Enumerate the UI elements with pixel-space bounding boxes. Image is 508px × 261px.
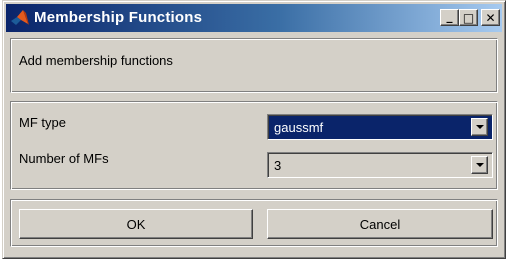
- num-mfs-label: Number of MFs: [19, 151, 109, 166]
- close-icon: ✕: [485, 10, 496, 25]
- mf-type-label: MF type: [19, 115, 66, 130]
- num-mfs-value: 3: [274, 158, 282, 173]
- mf-type-value: gaussmf: [274, 120, 324, 135]
- title-bar[interactable]: Membership Functions _ □ ✕: [6, 4, 502, 32]
- info-text: Add membership functions: [19, 53, 173, 68]
- settings-panel: MF type gaussmf Number of MFs 3: [10, 101, 498, 190]
- mf-type-select[interactable]: gaussmf: [267, 114, 493, 140]
- num-mfs-select[interactable]: 3: [267, 152, 493, 178]
- button-panel: OK Cancel: [10, 199, 498, 247]
- cancel-button[interactable]: Cancel: [267, 209, 493, 239]
- membership-functions-dialog: Membership Functions _ □ ✕ Add membershi…: [2, 0, 506, 259]
- matlab-logo-icon: [11, 10, 29, 25]
- minimize-icon: _: [446, 8, 453, 23]
- window-title: Membership Functions: [34, 9, 203, 26]
- maximize-button[interactable]: □: [459, 9, 478, 26]
- maximize-icon: □: [462, 10, 475, 25]
- ok-button[interactable]: OK: [19, 209, 253, 239]
- chevron-down-icon[interactable]: [471, 156, 488, 174]
- chevron-down-icon[interactable]: [471, 118, 488, 136]
- close-button[interactable]: ✕: [481, 9, 500, 26]
- minimize-button[interactable]: _: [440, 9, 459, 26]
- info-panel: Add membership functions: [10, 38, 498, 93]
